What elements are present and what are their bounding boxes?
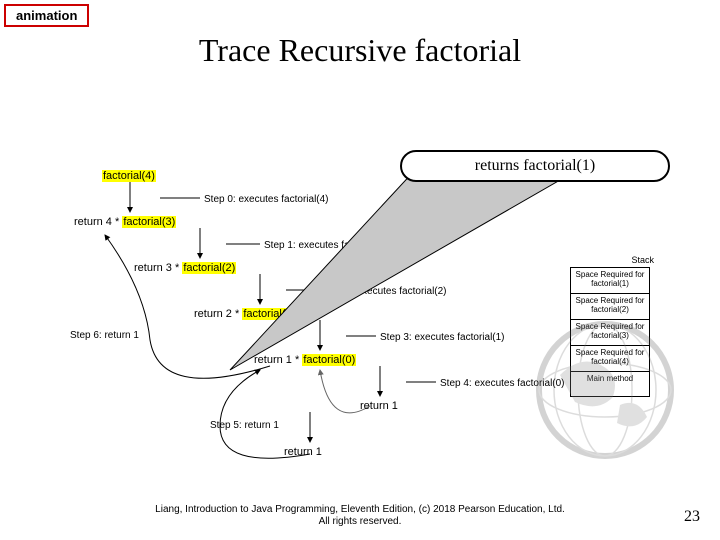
callout-bubble: returns factorial(1) xyxy=(400,150,670,182)
callout-pointer xyxy=(0,0,720,540)
